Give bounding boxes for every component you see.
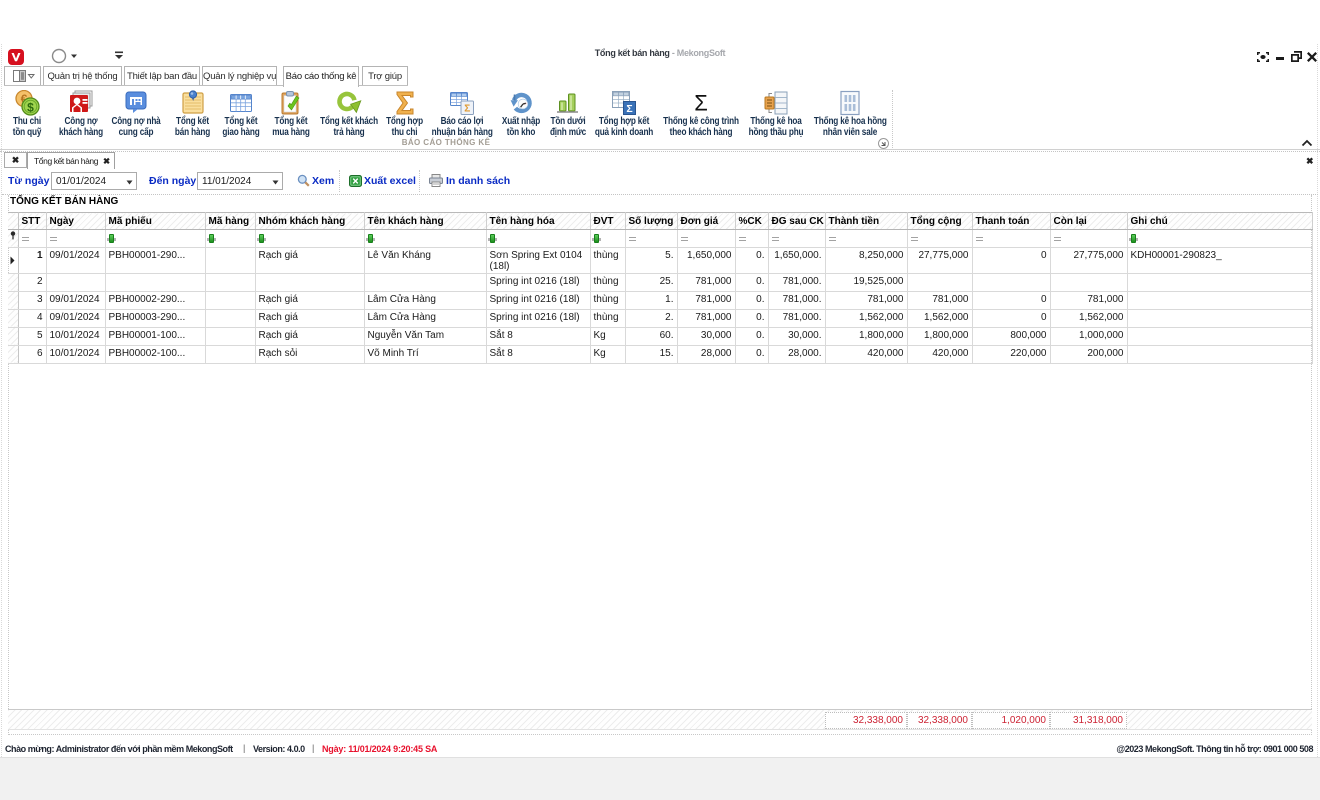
svg-text:$: $ xyxy=(27,100,34,114)
svg-text:Σ: Σ xyxy=(694,91,708,116)
svg-text:Σ: Σ xyxy=(464,104,470,115)
svg-text:Σ: Σ xyxy=(626,103,632,115)
